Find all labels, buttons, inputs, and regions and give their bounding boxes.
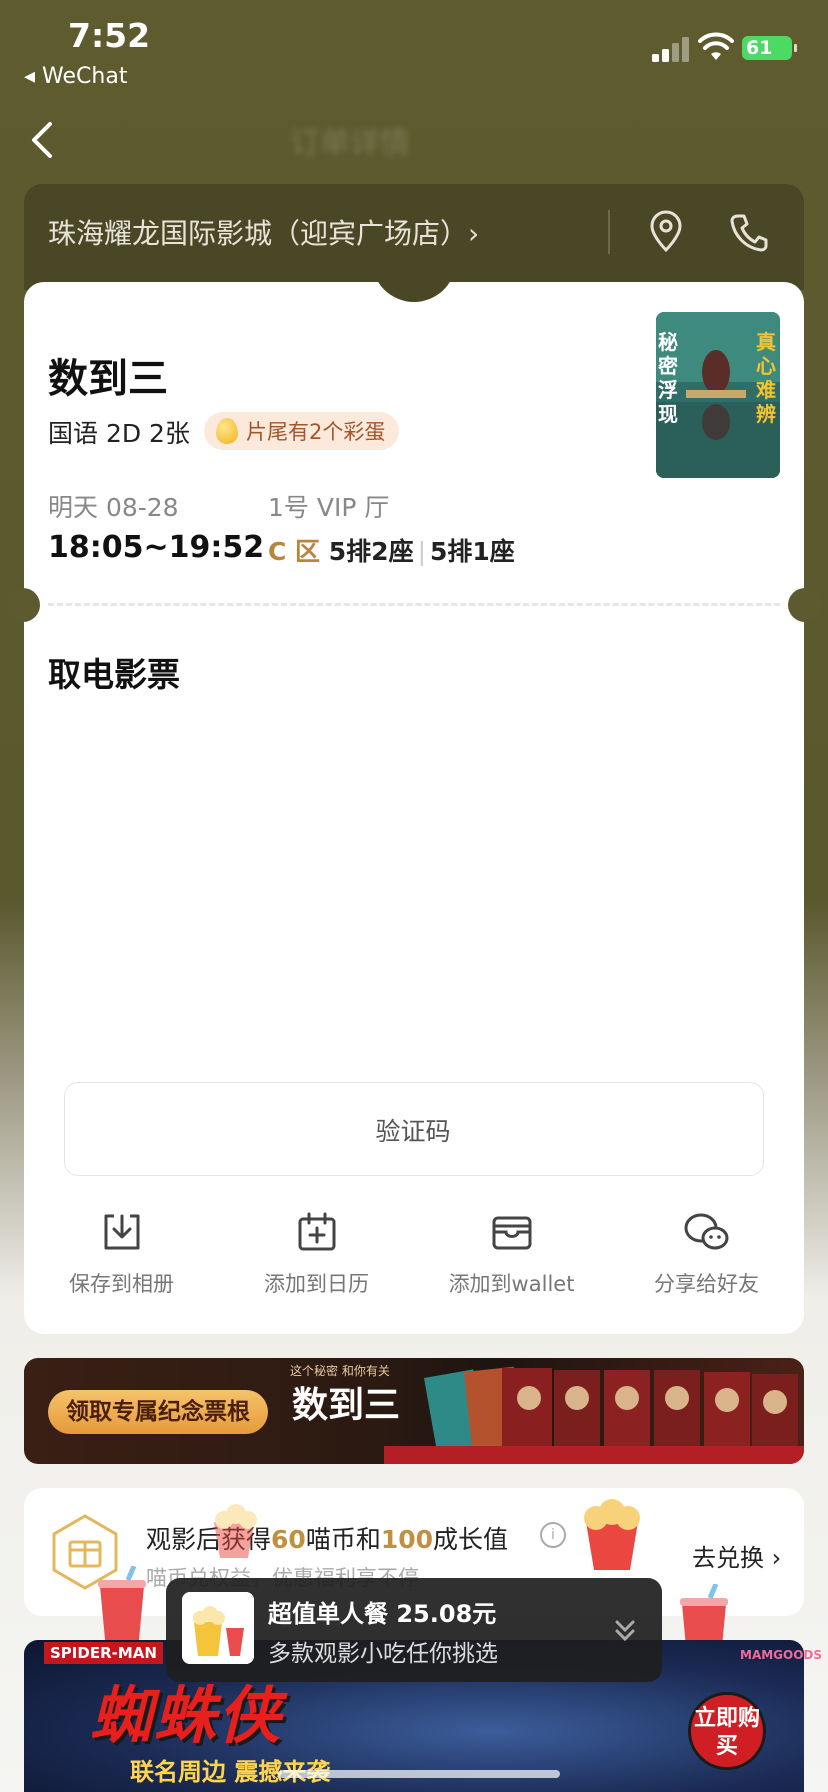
snack-combo-image bbox=[182, 1592, 254, 1664]
cinema-name-link[interactable]: 珠海耀龙国际影城（迎宾广场店）› bbox=[48, 212, 479, 252]
hall-name: 1号 VIP 厅 bbox=[268, 493, 390, 522]
wechat-icon bbox=[684, 1213, 728, 1250]
poster-text-left: 秘密浮现 bbox=[658, 330, 678, 426]
share-to-friend-button[interactable]: 分享给好友 bbox=[609, 1210, 804, 1298]
combo-title: 超值单人餐 25.08元 bbox=[268, 1600, 497, 1628]
seat-separator: | bbox=[417, 537, 427, 566]
movie-format: 国语 2D 2张 bbox=[48, 419, 190, 448]
info-icon[interactable]: i bbox=[540, 1522, 566, 1548]
ticket-notch-left bbox=[6, 588, 40, 622]
action-label: 添加到wallet bbox=[448, 1272, 575, 1296]
wifi-icon bbox=[698, 32, 734, 60]
movie-poster[interactable]: 秘密浮现 真心难辨 bbox=[656, 312, 780, 478]
popcorn-icon bbox=[584, 1499, 640, 1570]
action-label: 分享给好友 bbox=[654, 1272, 759, 1296]
calendar-add-icon bbox=[298, 1212, 335, 1251]
battery-icon: 61 bbox=[742, 36, 797, 60]
wallet-icon bbox=[492, 1216, 531, 1250]
buy-now-button[interactable]: 立即购买 bbox=[688, 1692, 766, 1770]
action-label: 添加到日历 bbox=[264, 1272, 369, 1296]
divider bbox=[608, 210, 610, 254]
shop-logo: MAMGOODS bbox=[740, 1648, 823, 1662]
seat-info: C 区 5排2座 | 5排1座 bbox=[268, 532, 515, 568]
location-icon[interactable] bbox=[646, 210, 686, 254]
pickup-title: 取电影票 bbox=[48, 655, 180, 694]
reward-text-mid: 喵币和 bbox=[305, 1525, 381, 1554]
seat-1: 5排2座 bbox=[328, 537, 414, 566]
seat-2: 5排1座 bbox=[430, 537, 515, 566]
poster-text-right: 真心难辨 bbox=[756, 330, 776, 426]
back-to-wechat-link[interactable]: ◂ WeChat bbox=[24, 64, 127, 89]
add-to-wallet-button[interactable]: 添加到wallet bbox=[414, 1210, 609, 1298]
redeem-link[interactable]: 去兑换 › bbox=[692, 1538, 781, 1573]
save-to-album-button[interactable]: 保存到相册 bbox=[24, 1210, 219, 1298]
reward-text-post: 成长值 bbox=[433, 1525, 509, 1554]
egg-icon bbox=[216, 418, 238, 444]
banner-movie-logo: 数到三 bbox=[292, 1384, 401, 1426]
phone-icon[interactable] bbox=[728, 210, 768, 254]
coin-amount: 60 bbox=[271, 1525, 306, 1554]
show-time: 18:05~19:52 bbox=[48, 530, 265, 565]
show-date: 明天 08-28 bbox=[48, 493, 179, 522]
spiderman-brand-logo: SPIDER-MAN bbox=[44, 1642, 163, 1664]
verification-code-label: 验证码 bbox=[375, 1117, 451, 1146]
easter-egg-badge[interactable]: 片尾有2个彩蛋 bbox=[204, 412, 400, 450]
ticket-actions: 保存到相册 添加到日历 添加到wallet 分享给好友 bbox=[24, 1210, 804, 1310]
movie-title: 数到三 bbox=[48, 356, 168, 402]
back-arrow-icon[interactable] bbox=[26, 118, 56, 162]
add-to-calendar-button[interactable]: 添加到日历 bbox=[219, 1210, 414, 1298]
reward-text: 观影后获得60喵币和100成长值 bbox=[146, 1520, 508, 1556]
download-icon bbox=[104, 1214, 139, 1250]
claim-ticket-stub-button[interactable]: 领取专属纪念票根 bbox=[48, 1390, 268, 1434]
status-time: 7:52 bbox=[68, 16, 151, 55]
action-label: 保存到相册 bbox=[69, 1272, 174, 1296]
double-chevron-down-icon[interactable] bbox=[612, 1618, 638, 1644]
seat-zone: C 区 bbox=[268, 537, 321, 566]
popcorn-icon bbox=[214, 1504, 257, 1558]
signal-icon bbox=[652, 37, 689, 62]
dashed-divider bbox=[48, 603, 780, 606]
growth-amount: 100 bbox=[380, 1525, 434, 1554]
ticket-notch-right bbox=[788, 588, 822, 622]
page-title: 订单详情 bbox=[290, 126, 410, 161]
egg-badge-label: 片尾有2个彩蛋 bbox=[246, 420, 386, 444]
combo-subtitle: 多款观影小吃任你挑选 bbox=[268, 1641, 498, 1667]
home-indicator bbox=[278, 1770, 560, 1778]
